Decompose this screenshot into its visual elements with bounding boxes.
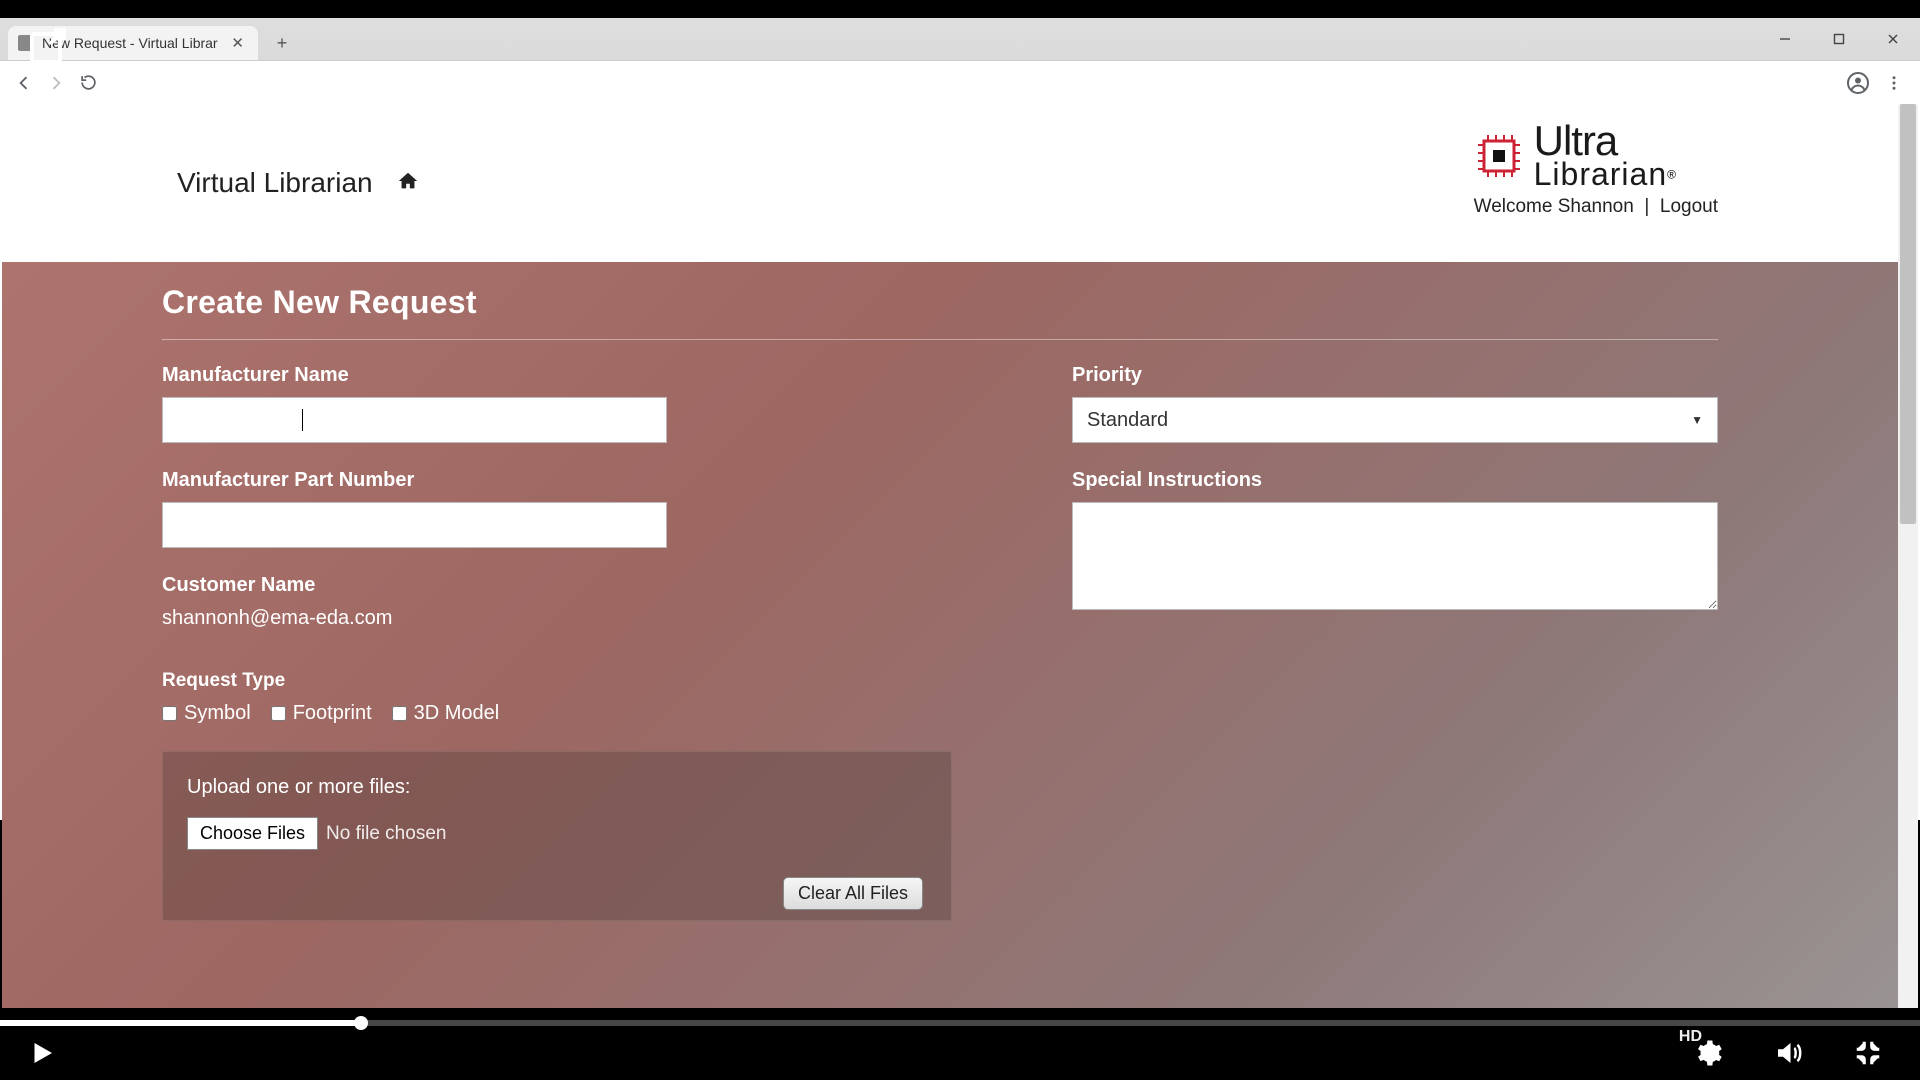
profile-button[interactable]	[1840, 65, 1876, 101]
tab-strip: New Request - Virtual Librar ✕ +	[0, 18, 1920, 60]
checkbox-footprint-label: Footprint	[293, 702, 372, 725]
logo-mark-icon	[1474, 131, 1524, 181]
page-viewport: Virtual Librarian	[2, 104, 1918, 1008]
tab-close-icon[interactable]: ✕	[227, 34, 248, 52]
no-file-chosen-text: No file chosen	[326, 823, 446, 845]
customer-name-label: Customer Name	[162, 574, 952, 597]
share-icon	[26, 22, 74, 75]
left-column: Manufacturer Name Manufacturer Part Numb…	[162, 364, 952, 921]
manufacturer-name-label: Manufacturer Name	[162, 364, 952, 387]
special-instructions-label: Special Instructions	[1072, 469, 1718, 492]
close-window-button[interactable]	[1866, 18, 1920, 60]
checkbox-3d-model-label: 3D Model	[414, 702, 500, 725]
brand-right: Ultra Librarian® Welcome Shannon | Logou…	[1474, 122, 1718, 218]
divider	[162, 339, 1718, 340]
checkbox-symbol-label: Symbol	[184, 702, 251, 725]
checkbox-3d-model-input[interactable]	[392, 706, 407, 721]
ultra-librarian-logo: Ultra Librarian®	[1474, 122, 1718, 190]
manufacturer-part-label: Manufacturer Part Number	[162, 469, 952, 492]
right-column: Priority Standard ▼ Special Instructions	[1072, 364, 1718, 921]
volume-icon[interactable]	[1768, 1033, 1808, 1073]
registered-mark: ®	[1667, 167, 1676, 181]
address-bar-row	[0, 60, 1920, 104]
checkbox-symbol[interactable]: Symbol	[162, 702, 251, 725]
manufacturer-name-input[interactable]	[162, 397, 667, 443]
settings-gear-icon[interactable]	[1688, 1033, 1728, 1073]
clear-all-files-button[interactable]: Clear All Files	[783, 877, 923, 910]
kebab-menu-button[interactable]	[1876, 65, 1912, 101]
checkbox-3d-model[interactable]: 3D Model	[392, 702, 500, 725]
customer-name-value: shannonh@ema-eda.com	[162, 607, 952, 630]
home-icon[interactable]	[397, 170, 419, 197]
choose-files-button[interactable]: Choose Files	[187, 817, 318, 850]
upload-box: Upload one or more files: Choose Files N…	[162, 751, 952, 921]
checkbox-symbol-input[interactable]	[162, 706, 177, 721]
content: Create New Request Manufacturer Name Man…	[2, 262, 1898, 961]
logo-text-main: Ultra	[1534, 122, 1676, 160]
text-cursor-icon	[302, 409, 303, 431]
priority-selected-value: Standard	[1087, 409, 1168, 432]
exit-fullscreen-icon[interactable]	[1848, 1033, 1888, 1073]
chevron-down-icon: ▼	[1691, 413, 1703, 427]
welcome-text: Welcome Shannon	[1474, 196, 1634, 217]
letterbox-top	[0, 0, 1920, 18]
maximize-button[interactable]	[1812, 18, 1866, 60]
priority-label: Priority	[1072, 364, 1718, 387]
brand-title: Virtual Librarian	[177, 167, 373, 199]
checkbox-footprint[interactable]: Footprint	[271, 702, 372, 725]
checkbox-footprint-input[interactable]	[271, 706, 286, 721]
site-header: Virtual Librarian	[2, 104, 1918, 262]
manufacturer-part-input[interactable]	[162, 502, 667, 548]
browser-chrome: New Request - Virtual Librar ✕ +	[0, 18, 1920, 104]
logo-text-sub: Librarian	[1534, 156, 1668, 192]
request-type-label: Request Type	[162, 670, 952, 692]
page-scrollbar[interactable]	[1898, 104, 1918, 1008]
welcome-separator: |	[1644, 196, 1649, 217]
reload-button[interactable]	[72, 67, 104, 99]
scrollbar-thumb[interactable]	[1900, 104, 1916, 524]
play-button[interactable]	[22, 1033, 62, 1073]
new-tab-button[interactable]: +	[268, 29, 296, 57]
logout-link[interactable]: Logout	[1660, 196, 1718, 217]
page-title: Create New Request	[162, 284, 1718, 321]
special-instructions-textarea[interactable]	[1072, 502, 1718, 610]
upload-label: Upload one or more files:	[187, 776, 927, 799]
priority-select[interactable]: Standard ▼	[1072, 397, 1718, 443]
minimize-button[interactable]	[1758, 18, 1812, 60]
window-controls	[1758, 18, 1920, 60]
